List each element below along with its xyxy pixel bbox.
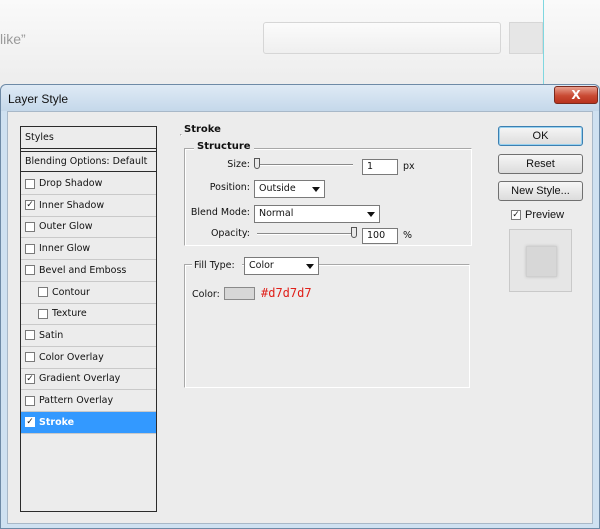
style-item-stroke[interactable]: ✓ Stroke (21, 411, 156, 434)
preview-checkbox[interactable]: ✓ (511, 210, 521, 220)
style-item-label: Bevel and Emboss (39, 264, 127, 276)
blend-mode-select[interactable]: Normal (254, 205, 380, 223)
checkbox[interactable] (25, 395, 35, 406)
preview-thumbnail (509, 229, 572, 292)
size-slider-track[interactable] (257, 164, 353, 166)
size-slider-thumb[interactable] (254, 158, 260, 169)
blend-mode-label: Blend Mode: (190, 207, 250, 218)
fill-frame (184, 264, 470, 388)
chevron-down-icon (312, 187, 320, 192)
style-item-label: Pattern Overlay (39, 395, 114, 406)
reset-button[interactable]: Reset (498, 154, 583, 174)
checkbox[interactable]: ✓ (25, 373, 35, 384)
size-label: Size: (227, 159, 250, 170)
position-select[interactable]: Outside (254, 180, 325, 198)
checkbox[interactable] (38, 308, 48, 319)
position-value: Outside (259, 183, 296, 194)
position-label: Position: (209, 182, 250, 193)
checkbox[interactable] (38, 287, 48, 297)
opacity-slider-thumb[interactable] (351, 227, 357, 238)
stroke-frame-edge (180, 134, 182, 136)
style-item-pattern-overlay[interactable]: Pattern Overlay (21, 390, 156, 412)
dialog-client-area: Styles Blending Options: Default Drop Sh… (7, 111, 593, 524)
color-hex-annotation: #d7d7d7 (261, 286, 312, 300)
ok-button[interactable]: OK (498, 126, 583, 146)
chevron-down-icon (306, 264, 314, 269)
style-item-color-overlay[interactable]: Color Overlay (21, 347, 156, 369)
checkbox[interactable] (25, 352, 35, 363)
checkbox[interactable] (25, 330, 35, 341)
size-unit: px (403, 161, 415, 172)
style-item-label: Color Overlay (39, 351, 104, 363)
style-item-label: Contour (52, 286, 90, 298)
style-item-inner-glow[interactable]: Inner Glow (21, 238, 156, 261)
canvas-text: like” (0, 31, 26, 47)
stroke-title: Stroke (184, 124, 221, 135)
style-item-satin[interactable]: Satin (21, 325, 156, 347)
canvas-search-field (263, 22, 501, 54)
styles-list: Styles Blending Options: Default Drop Sh… (20, 126, 157, 512)
opacity-input[interactable]: 100 (362, 228, 398, 244)
style-item-label: Outer Glow (39, 221, 93, 233)
blend-mode-value: Normal (259, 208, 294, 219)
close-button[interactable]: X (554, 86, 598, 104)
styles-header[interactable]: Styles (21, 127, 156, 149)
style-item-drop-shadow[interactable]: Drop Shadow (21, 173, 156, 195)
checkbox[interactable] (25, 221, 35, 232)
color-swatch[interactable] (224, 287, 255, 300)
checkbox[interactable]: ✓ (25, 200, 35, 211)
fill-type-label: Fill Type: (192, 260, 242, 271)
opacity-slider-track[interactable] (257, 233, 353, 235)
style-item-label: Satin (39, 329, 64, 341)
new-style-button[interactable]: New Style... (498, 181, 583, 201)
checkbox[interactable] (25, 243, 35, 254)
structure-title: Structure (194, 141, 254, 152)
style-item-gradient-overlay[interactable]: ✓ Gradient Overlay (21, 368, 156, 391)
blending-options-item[interactable]: Blending Options: Default (21, 151, 156, 172)
style-item-texture[interactable]: Texture (21, 303, 156, 326)
style-item-inner-shadow[interactable]: ✓ Inner Shadow (21, 195, 156, 217)
style-item-bevel-and-emboss[interactable]: Bevel and Emboss (21, 260, 156, 282)
dialog-title: Layer Style (8, 92, 69, 106)
opacity-unit: % (403, 230, 413, 241)
checkbox[interactable] (25, 178, 35, 189)
preview-shape (526, 246, 557, 277)
style-item-label: Inner Shadow (39, 199, 105, 211)
canvas-search-button (509, 22, 543, 54)
checkbox[interactable]: ✓ (25, 417, 35, 428)
layer-style-dialog: Layer Style X Styles Blending Options: D… (0, 84, 600, 529)
size-input[interactable]: 1 (362, 159, 398, 175)
style-item-label: Drop Shadow (39, 178, 103, 189)
chevron-down-icon (367, 212, 375, 217)
style-item-label: Gradient Overlay (39, 373, 121, 385)
style-item-contour[interactable]: Contour (21, 282, 156, 304)
fill-type-value: Color (249, 260, 274, 271)
preview-checkbox-row[interactable]: ✓ Preview (511, 209, 564, 221)
checkbox[interactable] (25, 265, 35, 276)
preview-label: Preview (525, 209, 565, 221)
dialog-titlebar[interactable]: Layer Style X (1, 85, 599, 111)
opacity-label: Opacity: (210, 228, 250, 239)
style-item-outer-glow[interactable]: Outer Glow (21, 216, 156, 239)
style-item-label: Texture (52, 308, 87, 320)
style-item-label: Stroke (39, 416, 75, 428)
color-label: Color: (192, 289, 220, 300)
fill-type-select[interactable]: Color (244, 257, 319, 275)
canvas-guide-line (543, 0, 544, 90)
style-item-label: Inner Glow (39, 243, 91, 255)
